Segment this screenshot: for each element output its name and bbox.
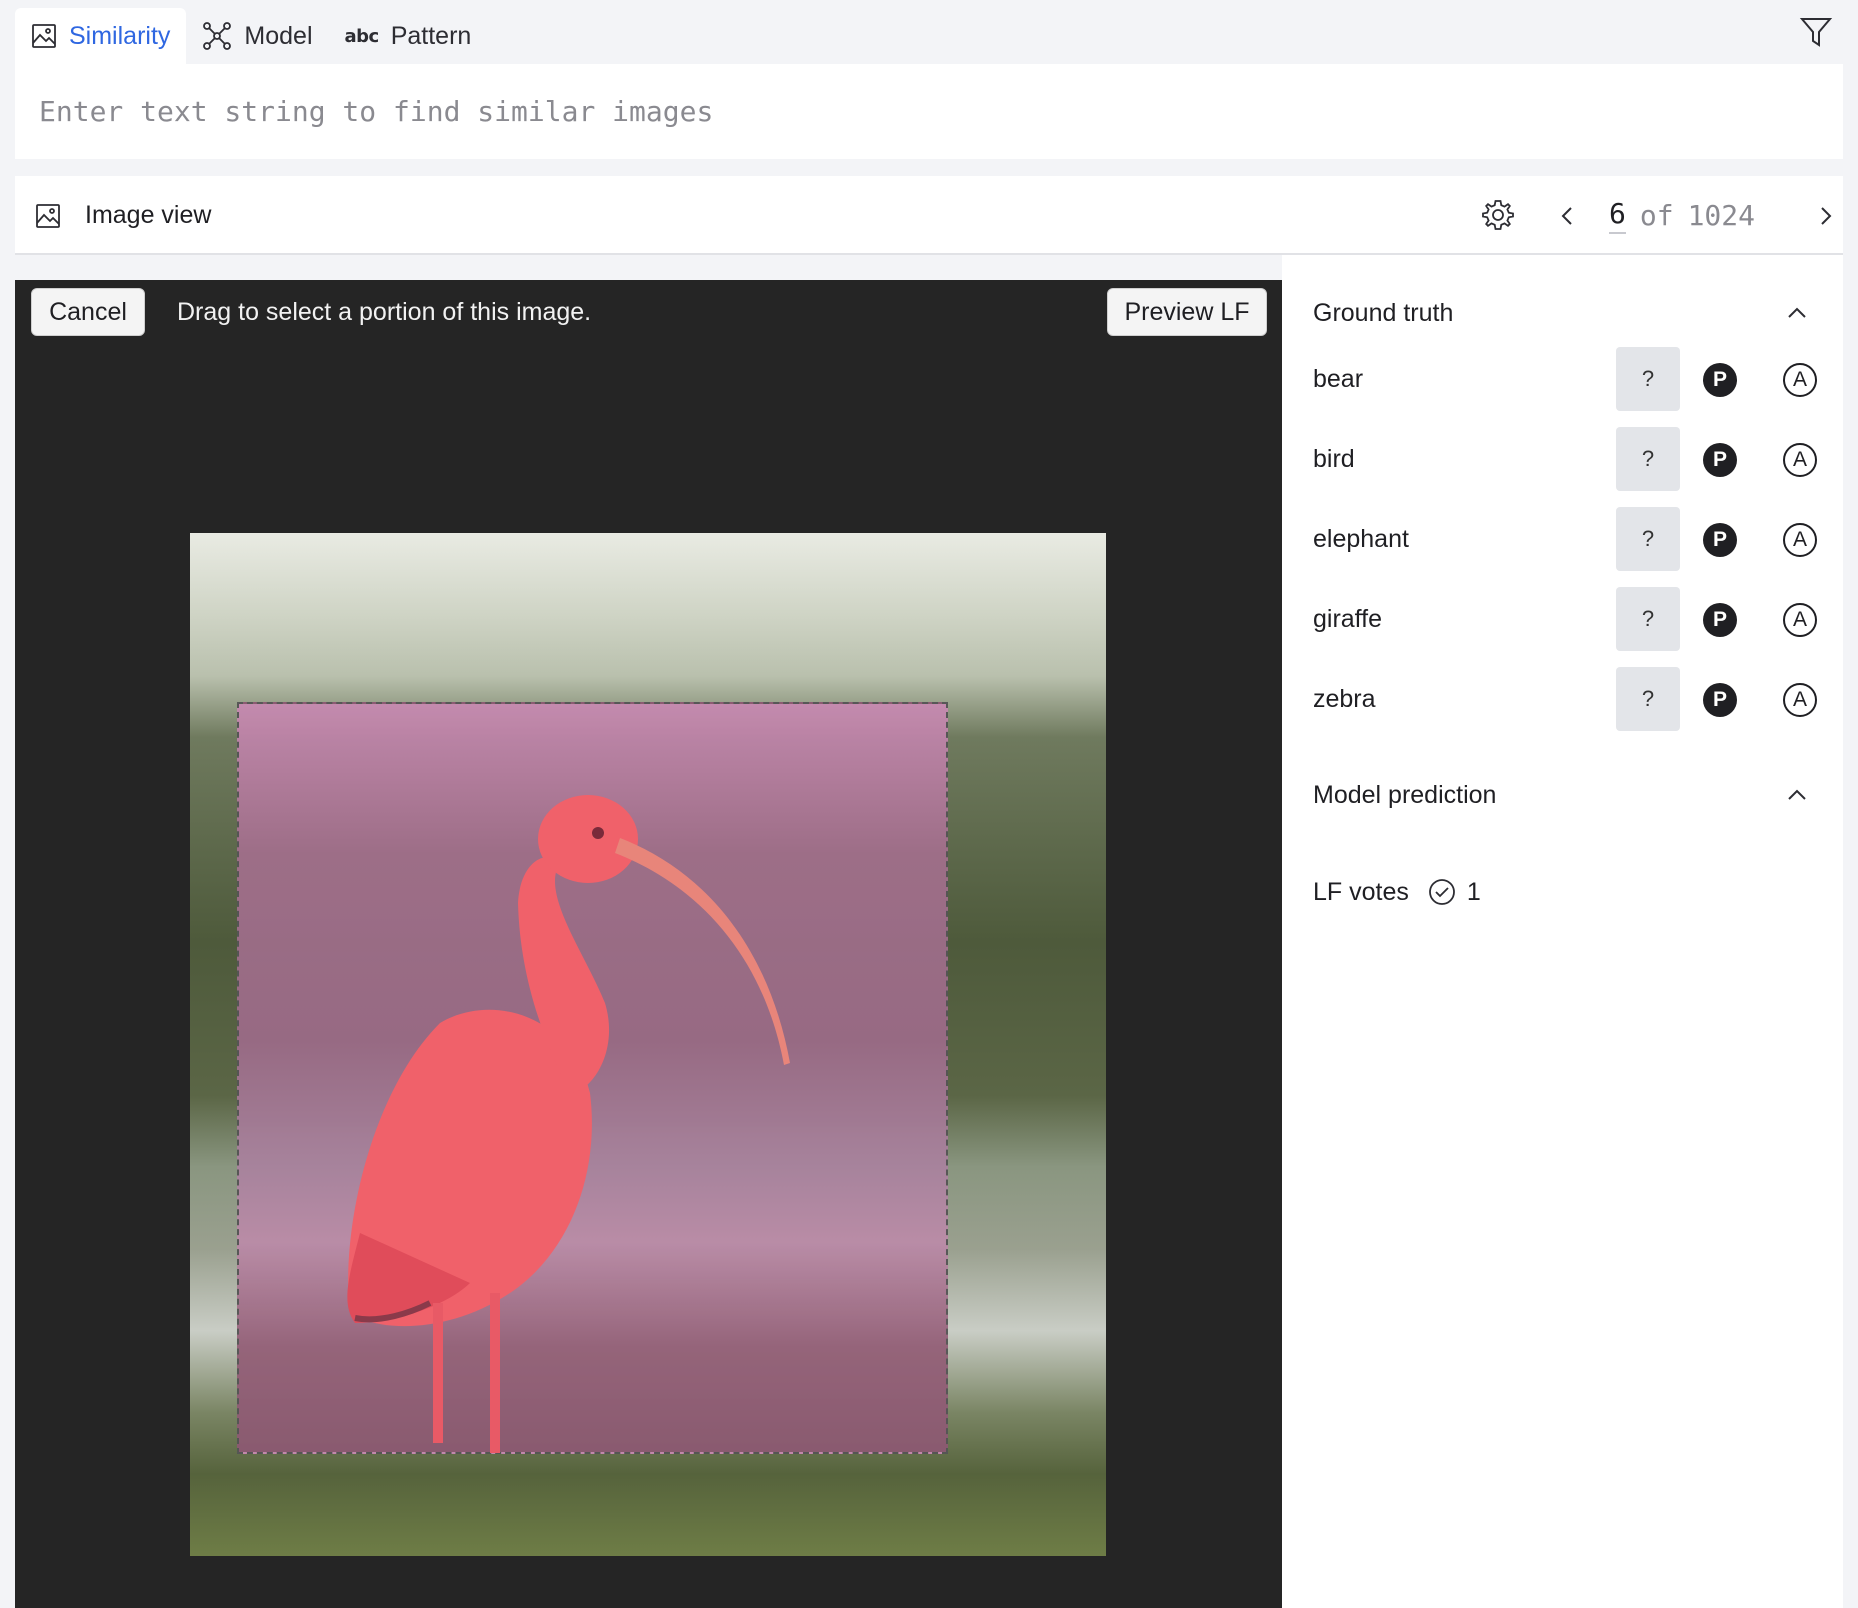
label-sidebar: Ground truth bear ? P A bird ? P A eleph… — [1282, 255, 1843, 1608]
abstain-button[interactable]: A — [1783, 523, 1817, 557]
chevron-left-icon[interactable] — [1552, 200, 1584, 232]
image-icon — [36, 203, 60, 228]
image-icon — [32, 24, 56, 48]
abstain-button[interactable]: A — [1783, 603, 1817, 637]
tab-pattern-label: Pattern — [390, 21, 472, 50]
model-prediction-header[interactable]: Model prediction — [1313, 775, 1813, 815]
unknown-button[interactable]: ? — [1616, 427, 1680, 491]
tab-model-label: Model — [244, 21, 313, 50]
pagination-counter: 6 of 1024 — [1609, 176, 1755, 255]
tab-similarity-label: Similarity — [69, 21, 171, 50]
abstain-button[interactable]: A — [1783, 443, 1817, 477]
positive-button[interactable]: P — [1703, 363, 1737, 397]
image-preview[interactable] — [190, 533, 1106, 1556]
lf-votes-count: 1 — [1427, 877, 1481, 907]
label-row-giraffe: giraffe ? P A — [1313, 587, 1817, 651]
label-row-bird: bird ? P A — [1313, 427, 1817, 491]
ibis-bird-image — [347, 795, 790, 1453]
label-row-elephant: elephant ? P A — [1313, 507, 1817, 571]
gear-icon[interactable] — [1481, 198, 1515, 232]
positive-button[interactable]: P — [1703, 683, 1737, 717]
tab-model[interactable]: Model — [186, 8, 328, 64]
unknown-button[interactable]: ? — [1616, 347, 1680, 411]
chevron-right-icon[interactable] — [1809, 200, 1841, 232]
total-count: 1024 — [1687, 199, 1756, 232]
tab-similarity[interactable]: Similarity — [15, 8, 187, 64]
network-icon — [203, 22, 232, 50]
ground-truth-header[interactable]: Ground truth — [1313, 293, 1813, 333]
current-index[interactable]: 6 — [1609, 197, 1626, 234]
positive-button[interactable]: P — [1703, 603, 1737, 637]
of-label: of — [1639, 199, 1674, 232]
label-row-bear: bear ? P A — [1313, 347, 1817, 411]
label-name: bear — [1313, 364, 1364, 393]
positive-button[interactable]: P — [1703, 523, 1737, 557]
preview-lf-button[interactable]: Preview LF — [1107, 288, 1267, 336]
image-view-header: Image view 6 of 1024 — [15, 176, 1843, 255]
tab-bar: Similarity Model abc Pattern — [15, 8, 487, 64]
lf-votes: LF votes 1 — [1313, 870, 1481, 914]
ground-truth-title: Ground truth — [1313, 298, 1454, 327]
chevron-up-icon[interactable] — [1781, 297, 1813, 329]
check-circle-icon — [1428, 879, 1455, 905]
selection-hint: Drag to select a portion of this image. — [177, 297, 592, 326]
abstain-button[interactable]: A — [1783, 363, 1817, 397]
image-view-title-text: Image view — [85, 201, 212, 229]
chevron-up-icon[interactable] — [1781, 779, 1813, 811]
image-view-title: Image view — [35, 176, 211, 255]
cancel-button[interactable]: Cancel — [31, 288, 145, 336]
label-row-zebra: zebra ? P A — [1313, 667, 1817, 731]
unknown-button[interactable]: ? — [1616, 507, 1680, 571]
lf-votes-label: LF votes — [1313, 877, 1409, 906]
unknown-button[interactable]: ? — [1616, 667, 1680, 731]
tab-pattern[interactable]: abc Pattern — [329, 8, 488, 64]
label-name: zebra — [1313, 684, 1376, 713]
search-bar — [15, 64, 1843, 159]
unknown-button[interactable]: ? — [1616, 587, 1680, 651]
label-name: bird — [1313, 444, 1355, 473]
lf-votes-number: 1 — [1466, 877, 1481, 906]
similarity-search-input[interactable] — [15, 64, 1843, 159]
label-name: elephant — [1313, 524, 1409, 553]
abc-icon: abc — [344, 25, 380, 47]
abstain-button[interactable]: A — [1783, 683, 1817, 717]
label-name: giraffe — [1313, 604, 1383, 633]
image-canvas-panel: Cancel Drag to select a portion of this … — [15, 280, 1282, 1608]
filter-icon[interactable] — [1798, 14, 1834, 50]
positive-button[interactable]: P — [1703, 443, 1737, 477]
model-prediction-title: Model prediction — [1313, 780, 1497, 809]
